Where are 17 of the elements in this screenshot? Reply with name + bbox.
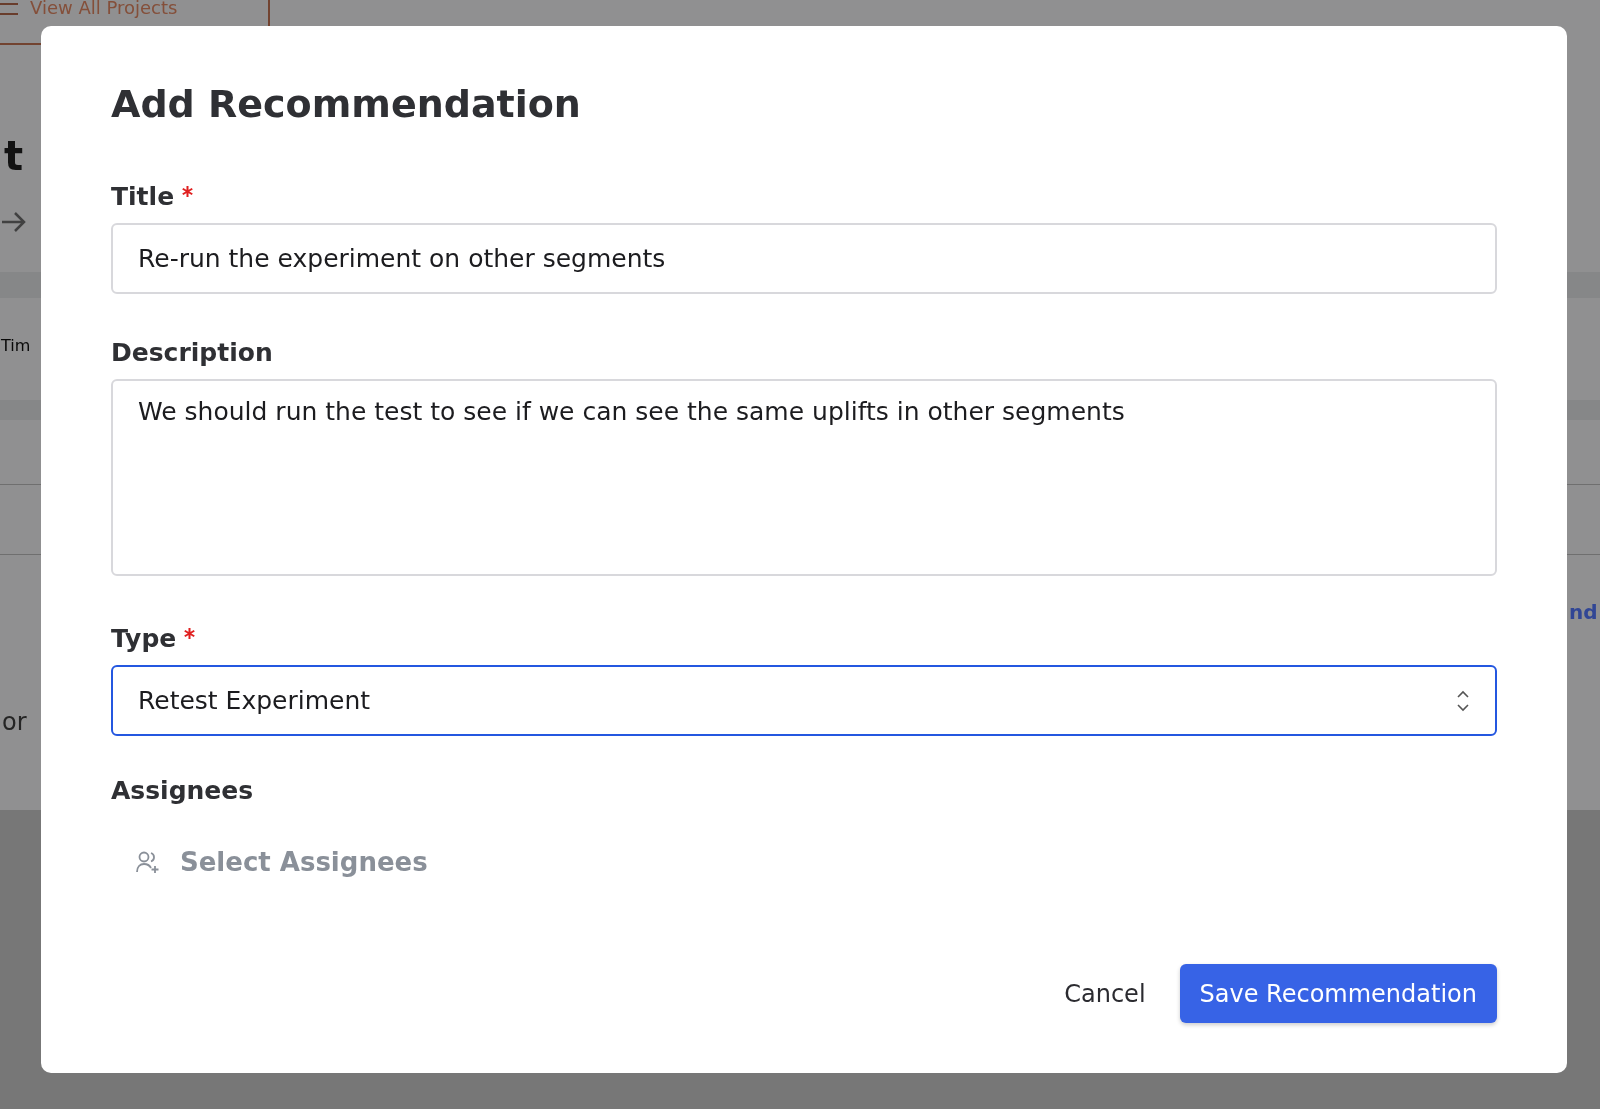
field-label: Title (111, 182, 175, 211)
title-field[interactable]: Re-run the experiment on other segments (111, 223, 1497, 294)
body-text: or (2, 708, 27, 736)
add-user-icon (136, 850, 162, 874)
chevron-up-down-icon (1456, 688, 1470, 713)
dialog-title: Add Recommendation (111, 82, 582, 126)
type-select[interactable]: Retest Experiment (111, 665, 1497, 736)
description-field[interactable]: We should run the test to see if we can see the same uplifts in other segments (111, 379, 1497, 576)
field-label: Type (111, 624, 177, 653)
cancel-button[interactable]: Cancel (1064, 969, 1146, 1018)
field-label: Assignees (111, 776, 254, 805)
menu-icon[interactable] (0, 3, 18, 15)
save-button[interactable]: Save Recommendation (1179, 964, 1497, 1023)
arrow-right-icon[interactable] (0, 210, 28, 234)
field-label: Description (111, 338, 273, 367)
column-header: Tim (1, 336, 31, 355)
page-heading: t (4, 133, 24, 179)
